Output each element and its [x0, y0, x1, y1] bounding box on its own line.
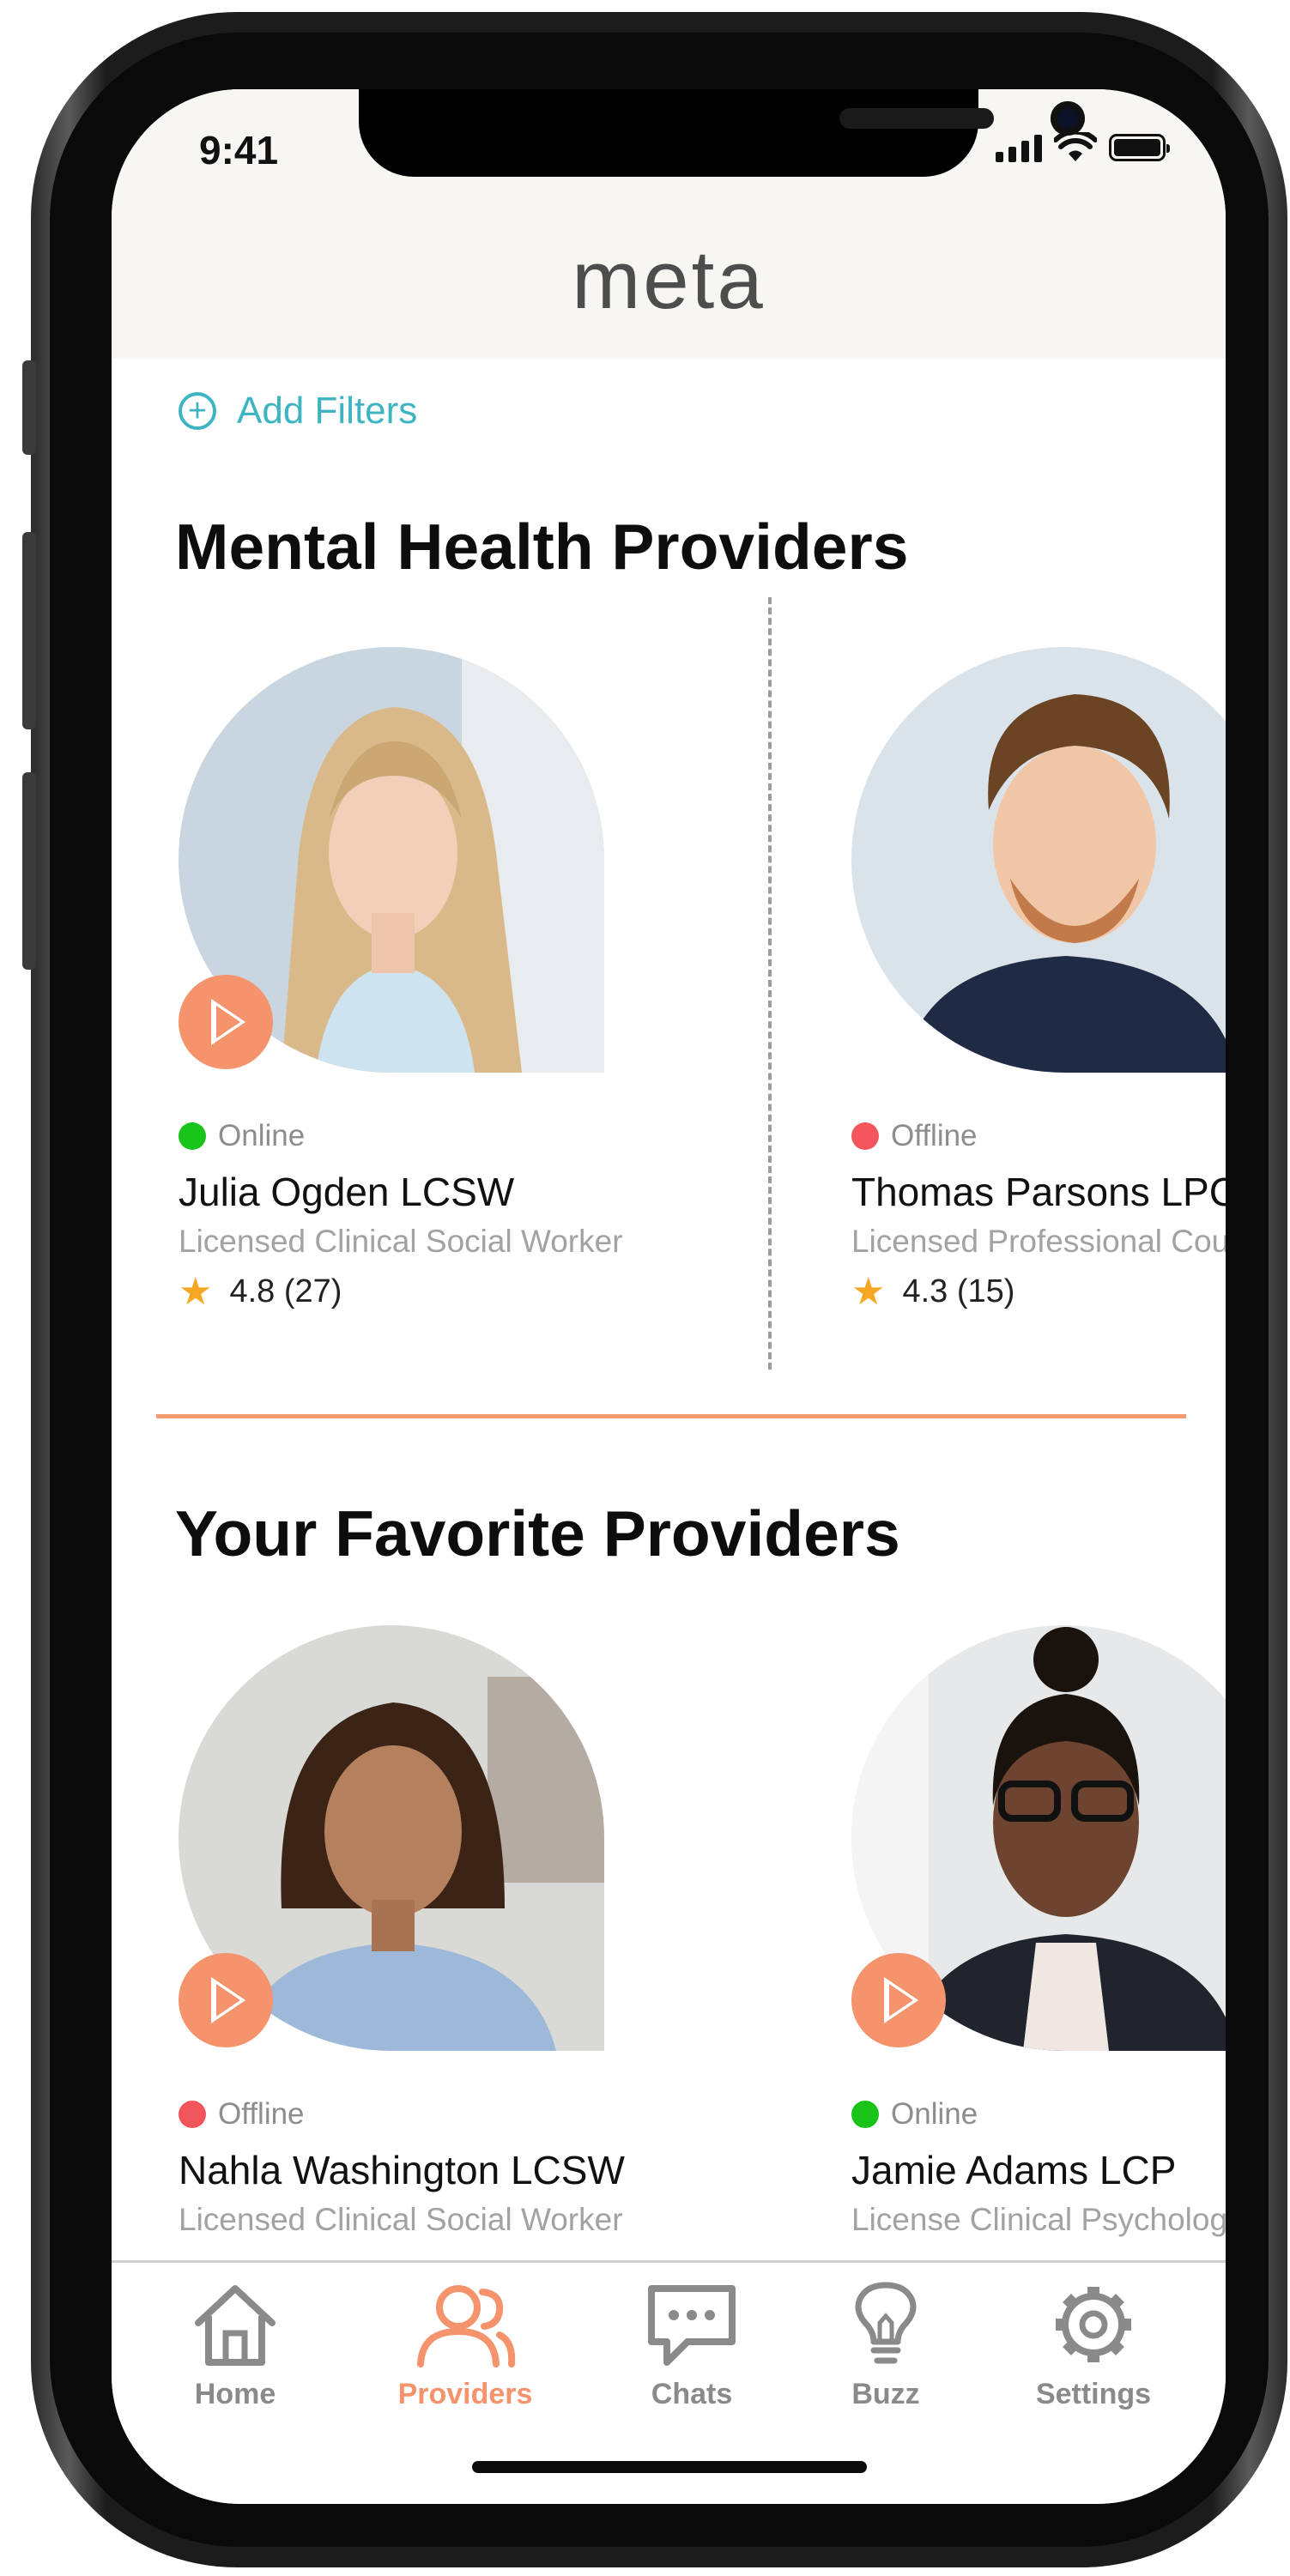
- availability-status: Offline: [179, 2097, 305, 2132]
- provider-role: Licensed Professional Counselor: [851, 1224, 1226, 1259]
- online-dot: [851, 2101, 879, 2128]
- provider-role: Licensed Clinical Social Worker: [179, 2202, 623, 2237]
- provider-role: License Clinical Psychologist: [851, 2202, 1226, 2237]
- availability-status: Online: [179, 1119, 305, 1153]
- availability-status: Offline: [851, 1119, 978, 1153]
- app-logo: meta: [572, 234, 766, 326]
- speaker-grille: [839, 108, 994, 129]
- section-title-favorites: Your Favorite Providers: [175, 1497, 900, 1569]
- star-icon: ★: [179, 1271, 213, 1313]
- tab-home[interactable]: Home: [132, 2282, 338, 2411]
- home-indicator[interactable]: [472, 2461, 867, 2473]
- wifi-icon: [1054, 132, 1097, 161]
- status-time: 9:41: [199, 128, 279, 172]
- volume-up-button: [22, 532, 36, 729]
- home-icon: [195, 2285, 276, 2366]
- card-divider: [768, 597, 772, 1370]
- provider-name[interactable]: Nahla Washington LCSW: [179, 2147, 625, 2193]
- provider-name[interactable]: Thomas Parsons LPC: [851, 1169, 1226, 1215]
- section-divider: [156, 1414, 1186, 1418]
- add-filters-button[interactable]: + Add Filters: [179, 390, 417, 432]
- provider-name[interactable]: Julia Ogden LCSW: [179, 1169, 514, 1215]
- notch: [359, 89, 1085, 177]
- screen: 9:41 meta + Add Filters Mental Health Pr…: [112, 89, 1226, 2504]
- play-video-button[interactable]: [179, 1953, 273, 2047]
- play-video-button[interactable]: [179, 975, 273, 1069]
- battery-icon: [1109, 134, 1170, 161]
- users-icon: [417, 2285, 516, 2367]
- tab-providers[interactable]: Providers: [362, 2282, 568, 2411]
- offline-dot: [179, 2101, 206, 2128]
- offline-dot: [851, 1122, 879, 1150]
- provider-name[interactable]: Jamie Adams LCP: [851, 2147, 1176, 2193]
- chat-bubble-icon: [648, 2285, 736, 2366]
- mute-switch: [22, 360, 36, 455]
- online-dot: [179, 1122, 206, 1150]
- provider-rating: ★ 4.3 (15): [851, 1271, 1015, 1313]
- provider-rating: ★ 4.8 (27): [179, 1271, 342, 1313]
- star-icon: ★: [851, 1271, 886, 1313]
- section-title-mental-health: Mental Health Providers: [175, 511, 909, 583]
- tab-chats[interactable]: Chats: [589, 2282, 795, 2411]
- play-video-button[interactable]: [851, 1953, 946, 2047]
- tab-settings[interactable]: Settings: [990, 2282, 1196, 2411]
- tab-buzz[interactable]: Buzz: [783, 2282, 989, 2411]
- front-camera: [1051, 101, 1085, 136]
- status-icons: [996, 132, 1170, 163]
- plus-circle-icon: +: [179, 392, 216, 430]
- signal-icon: [996, 133, 1042, 162]
- provider-role: Licensed Clinical Social Worker: [179, 1224, 623, 1259]
- provider-photo[interactable]: [851, 647, 1226, 1073]
- volume-down-button: [22, 772, 36, 970]
- availability-status: Online: [851, 2097, 978, 2132]
- add-filters-label: Add Filters: [237, 390, 418, 432]
- lightbulb-icon: [855, 2282, 917, 2364]
- gear-icon: [1056, 2287, 1131, 2362]
